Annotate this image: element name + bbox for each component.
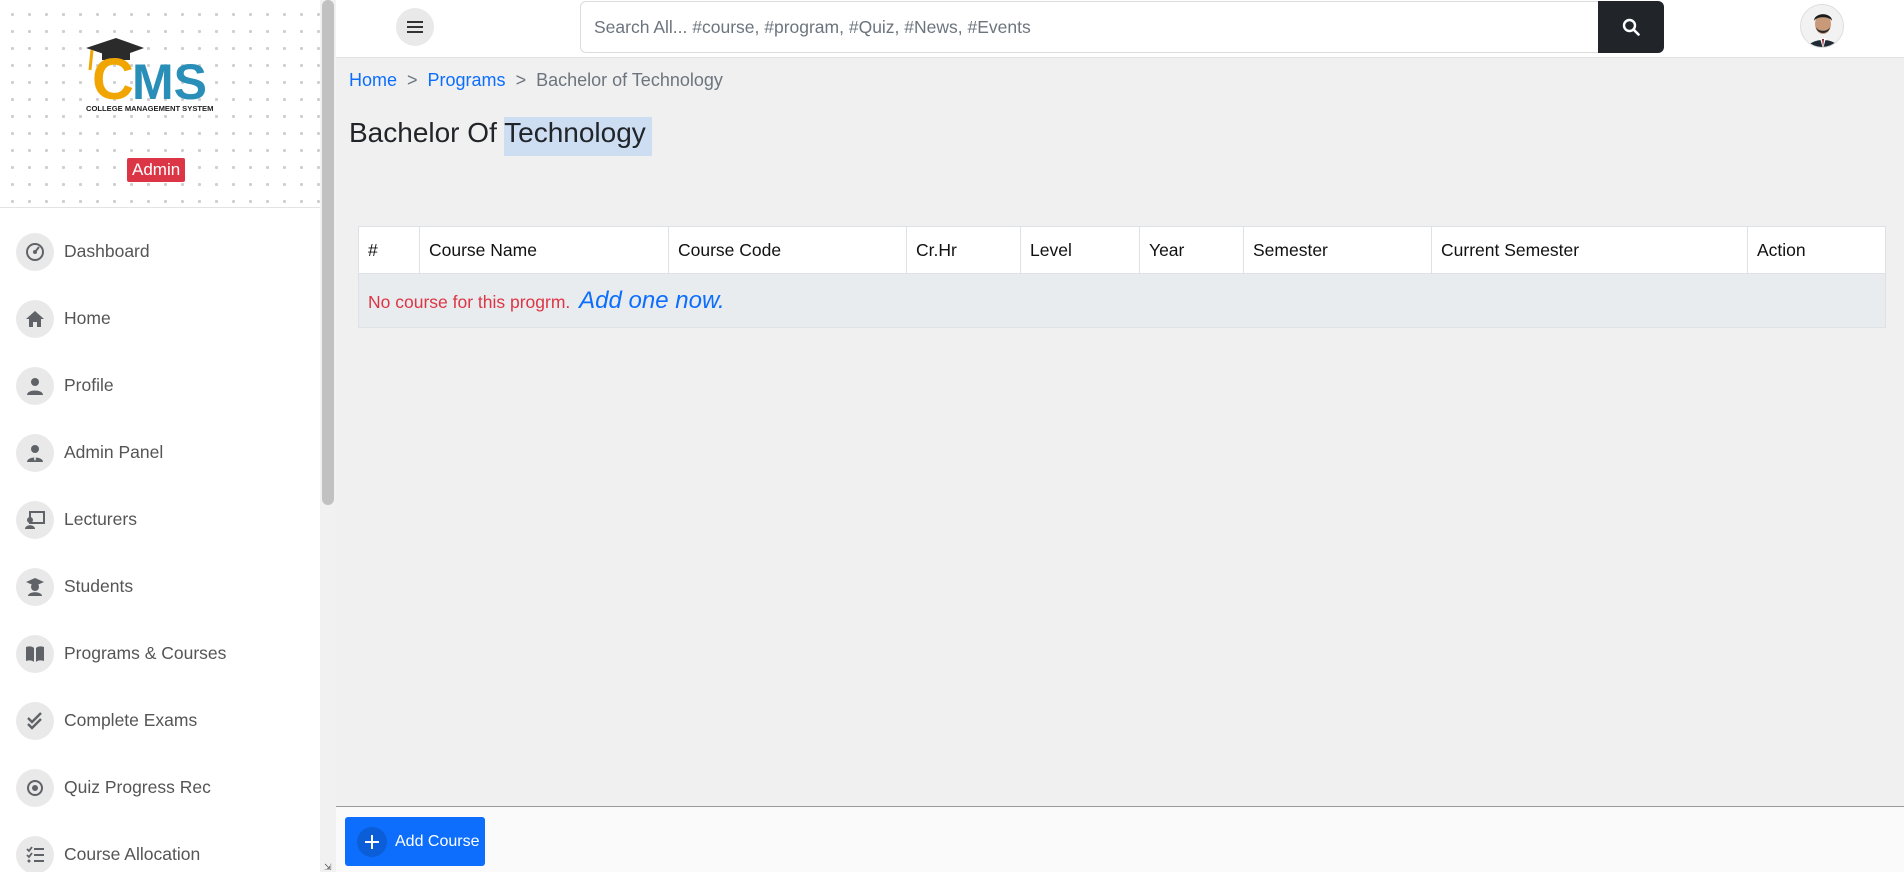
sidebar-item-dashboard[interactable]: Dashboard — [0, 218, 320, 285]
sidebar-item-quiz-progress[interactable]: Quiz Progress Rec — [0, 754, 320, 821]
column-header-number: # — [358, 226, 420, 274]
sidebar-item-course-allocation[interactable]: Course Allocation — [0, 821, 320, 872]
tasks-icon — [16, 835, 54, 872]
breadcrumb-separator: > — [407, 70, 418, 90]
sidebar: C MS COLLEGE MANAGEMENT SYSTEM Admin Das… — [0, 0, 320, 872]
breadcrumb: Home > Programs > Bachelor of Technology — [349, 70, 723, 91]
sidebar-item-label: Home — [64, 308, 111, 328]
search-input[interactable] — [580, 1, 1598, 53]
graduate-icon — [16, 567, 54, 606]
book-open-icon — [16, 634, 54, 673]
column-header-action: Action — [1747, 226, 1886, 274]
sidebar-item-label: Complete Exams — [64, 710, 198, 730]
sidebar-item-programs-courses[interactable]: Programs & Courses — [0, 620, 320, 687]
plus-icon — [357, 826, 387, 857]
page-title-part1: Bachelor Of — [349, 117, 497, 148]
sidebar-scrollbar[interactable] — [320, 0, 336, 872]
empty-message: No course for this progrm. — [368, 291, 571, 312]
breadcrumb-home-link[interactable]: Home — [349, 70, 397, 91]
chalkboard-teacher-icon — [16, 500, 54, 539]
column-header-course-name: Course Name — [419, 226, 669, 274]
resize-handle-icon[interactable]: ⇲ — [324, 862, 336, 872]
sidebar-item-home[interactable]: Home — [0, 285, 320, 352]
svg-text:MS: MS — [132, 54, 207, 110]
search-button[interactable] — [1598, 1, 1664, 53]
record-icon — [16, 768, 54, 807]
sidebar-item-students[interactable]: Students — [0, 553, 320, 620]
gauge-icon — [16, 232, 54, 271]
breadcrumb-separator: > — [515, 70, 527, 90]
table-header-row: # Course Name Course Code Cr.Hr Level Ye… — [358, 226, 1886, 274]
column-header-semester: Semester — [1243, 226, 1432, 274]
role-badge: Admin — [127, 158, 186, 182]
column-header-credit-hours: Cr.Hr — [906, 226, 1021, 274]
column-header-current-semester: Current Semester — [1431, 226, 1748, 274]
page-title-part2: Technology — [504, 117, 652, 156]
column-header-year: Year — [1139, 226, 1244, 274]
sidebar-item-admin-panel[interactable]: Admin Panel — [0, 419, 320, 486]
search-icon — [1622, 18, 1640, 36]
breadcrumb-current: Bachelor of Technology — [536, 70, 723, 90]
sidebar-item-label: Profile — [64, 375, 114, 395]
column-header-level: Level — [1020, 226, 1140, 274]
footer-action-bar: Add Course — [336, 806, 1904, 872]
sidebar-item-label: Students — [64, 576, 134, 596]
user-tie-icon — [16, 433, 54, 472]
sidebar-item-label: Lecturers — [64, 509, 137, 529]
sidebar-nav: Dashboard Home Profile Admin Panel Lectu… — [0, 218, 320, 872]
home-icon — [16, 299, 54, 338]
menu-toggle-button[interactable] — [396, 8, 434, 46]
empty-table-cell: No course for this progrm. Add one now. — [358, 273, 1886, 328]
sidebar-item-profile[interactable]: Profile — [0, 352, 320, 419]
sidebar-item-label: Course Allocation — [64, 844, 201, 864]
cms-logo[interactable]: C MS COLLEGE MANAGEMENT SYSTEM — [84, 36, 230, 114]
page-title: Bachelor Of Technology — [349, 117, 652, 156]
sidebar-item-lecturers[interactable]: Lecturers — [0, 486, 320, 553]
bars-icon — [407, 21, 423, 33]
svg-text:C: C — [92, 47, 134, 112]
breadcrumb-programs-link[interactable]: Programs — [428, 70, 506, 91]
add-course-button[interactable]: Add Course — [345, 817, 485, 866]
user-avatar[interactable] — [1800, 4, 1844, 48]
sidebar-item-complete-exams[interactable]: Complete Exams — [0, 687, 320, 754]
topbar — [336, 0, 1904, 58]
column-header-course-code: Course Code — [668, 226, 907, 274]
sidebar-item-label: Admin Panel — [64, 442, 164, 462]
course-table: # Course Name Course Code Cr.Hr Level Ye… — [358, 226, 1886, 328]
add-one-now-link[interactable]: Add one now. — [579, 287, 724, 314]
table-row: No course for this progrm. Add one now. — [358, 273, 1886, 328]
user-icon — [16, 366, 54, 405]
add-course-label: Add Course — [395, 832, 480, 850]
sidebar-header: C MS COLLEGE MANAGEMENT SYSTEM Admin — [0, 0, 320, 208]
sidebar-item-label: Quiz Progress Rec — [64, 777, 211, 797]
sidebar-item-label: Dashboard — [64, 241, 150, 261]
scrollbar-thumb[interactable] — [322, 0, 334, 505]
svg-text:COLLEGE MANAGEMENT SYSTEM: COLLEGE MANAGEMENT SYSTEM — [86, 104, 213, 113]
sidebar-item-label: Programs & Courses — [64, 643, 227, 663]
search-form — [580, 1, 1664, 53]
check-double-icon — [16, 701, 54, 740]
